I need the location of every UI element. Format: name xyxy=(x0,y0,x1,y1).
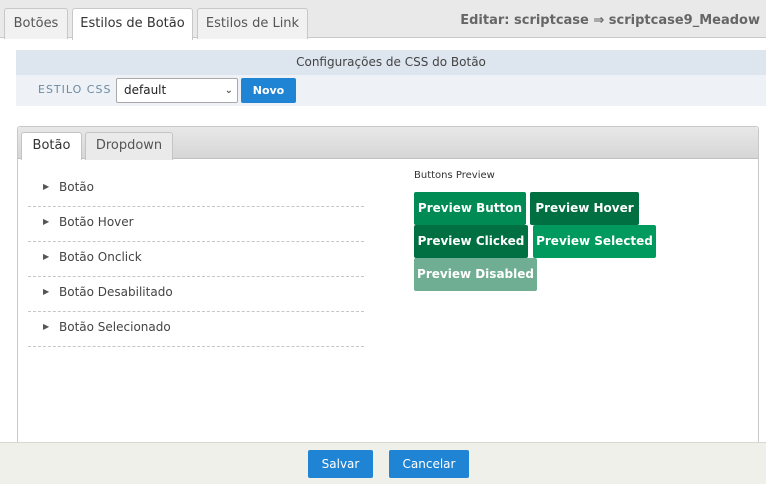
css-style-select[interactable]: default ⌄ xyxy=(116,78,238,103)
caret-right-icon: ▶ xyxy=(43,322,50,331)
caret-right-icon: ▶ xyxy=(43,252,50,261)
caret-right-icon: ▶ xyxy=(43,217,50,226)
style-accordion: ▶ Botão ▶ Botão Hover ▶ Botão Onclick ▶ … xyxy=(28,172,364,347)
accordion-item-botao-hover[interactable]: ▶ Botão Hover xyxy=(28,207,364,242)
config-header: Configurações de CSS do Botão xyxy=(16,50,766,75)
tab-dropdown[interactable]: Dropdown xyxy=(85,132,173,160)
tab-botoes[interactable]: Botões xyxy=(4,8,68,39)
caret-right-icon: ▶ xyxy=(43,287,50,296)
css-style-row: ESTILO CSS default ⌄ Novo xyxy=(16,75,766,106)
caret-right-icon: ▶ xyxy=(43,182,50,191)
accordion-item-label: Botão Hover xyxy=(59,215,134,229)
cancel-button[interactable]: Cancelar xyxy=(389,450,469,478)
new-style-button[interactable]: Novo xyxy=(241,78,296,103)
tab-estilos-de-botao[interactable]: Estilos de Botão xyxy=(72,8,193,40)
accordion-item-label: Botão Desabilitado xyxy=(59,285,173,299)
tab-botao[interactable]: Botão xyxy=(21,132,82,160)
accordion-item-botao-onclick[interactable]: ▶ Botão Onclick xyxy=(28,242,364,277)
preview-disabled-button[interactable]: Preview Disabled xyxy=(414,258,537,291)
chevron-down-icon: ⌄ xyxy=(224,85,233,96)
preview-clicked-button[interactable]: Preview Clicked xyxy=(414,225,528,258)
tab-estilos-de-link[interactable]: Estilos de Link xyxy=(197,8,308,39)
accordion-item-botao-selecionado[interactable]: ▶ Botão Selecionado xyxy=(28,312,364,347)
buttons-preview-title: Buttons Preview xyxy=(414,170,495,181)
css-style-label: ESTILO CSS xyxy=(38,83,112,96)
preview-selected-button[interactable]: Preview Selected xyxy=(533,225,656,258)
preview-hover-button[interactable]: Preview Hover xyxy=(530,192,639,225)
button-style-panel: Botão Dropdown ▶ Botão ▶ Botão Hover ▶ B… xyxy=(17,126,759,444)
top-tab-bar: Botões Estilos de Botão Estilos de Link … xyxy=(0,0,766,40)
accordion-item-botao[interactable]: ▶ Botão xyxy=(28,172,364,207)
accordion-item-label: Botão Onclick xyxy=(59,250,142,264)
panel-tab-bar: Botão Dropdown xyxy=(18,127,758,160)
accordion-item-botao-desabilitado[interactable]: ▶ Botão Desabilitado xyxy=(28,277,364,312)
accordion-item-label: Botão xyxy=(59,180,94,194)
css-style-select-value: default xyxy=(124,83,167,97)
footer-bar: Salvar Cancelar xyxy=(0,442,766,484)
edit-title: Editar: scriptcase ⇒ scriptcase9_Meadow xyxy=(460,13,760,28)
preview-button[interactable]: Preview Button xyxy=(414,192,526,225)
accordion-item-label: Botão Selecionado xyxy=(59,320,171,334)
save-button[interactable]: Salvar xyxy=(308,450,373,478)
